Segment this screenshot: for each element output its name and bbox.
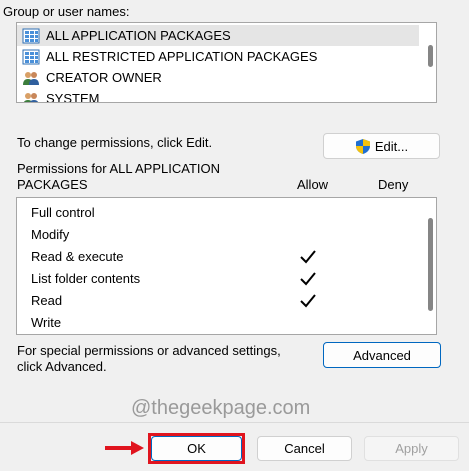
permission-row: List folder contents: [17, 268, 417, 290]
permissions-title-line1: Permissions for ALL APPLICATION: [17, 161, 221, 176]
ok-button-label: OK: [187, 441, 206, 456]
apply-button-label: Apply: [395, 441, 428, 456]
group-item-label: CREATOR OWNER: [46, 70, 162, 85]
permissions-title-line2: PACKAGES: [17, 177, 88, 192]
users-icon: [22, 91, 40, 102]
permission-name: Modify: [31, 227, 70, 242]
package-group-icon: [22, 28, 40, 44]
permission-row: Read: [17, 290, 417, 312]
permission-name: List folder contents: [31, 271, 141, 286]
permission-name: Full control: [31, 205, 95, 220]
package-group-icon: [22, 49, 40, 65]
permission-row: Read & execute: [17, 246, 417, 268]
advanced-button-label: Advanced: [353, 347, 411, 363]
watermark: @thegeekpage.com: [131, 397, 311, 419]
group-names-label: Group or user names:: [3, 4, 130, 19]
allow-checkmark-icon: [299, 248, 317, 266]
apply-button[interactable]: Apply: [364, 436, 459, 461]
red-arrow-icon: [105, 440, 145, 459]
allow-checkmark-icon: [299, 292, 317, 310]
permissions-list-scrollbar[interactable]: [428, 218, 433, 311]
group-names-list[interactable]: ALL APPLICATION PACKAGES ALL RESTRICTED …: [16, 22, 437, 103]
group-item[interactable]: ALL RESTRICTED APPLICATION PACKAGES: [17, 46, 419, 67]
advanced-text-line1: For special permissions or advanced sett…: [17, 343, 281, 358]
ok-button[interactable]: OK: [151, 436, 242, 461]
advanced-text-line2: click Advanced.: [17, 359, 107, 374]
cancel-button-label: Cancel: [284, 441, 325, 456]
group-item[interactable]: ALL APPLICATION PACKAGES: [17, 25, 419, 46]
edit-button[interactable]: Edit...: [323, 133, 440, 159]
allow-checkmark-icon: [299, 270, 317, 288]
permission-row: Write: [17, 312, 417, 334]
permission-row: Modify: [17, 224, 417, 246]
permission-name: Read & execute: [31, 249, 124, 264]
advanced-button[interactable]: Advanced: [323, 342, 441, 368]
footer-divider: [0, 422, 469, 423]
change-permissions-text: To change permissions, click Edit.: [17, 135, 213, 150]
permission-name: Read: [31, 293, 63, 308]
group-item[interactable]: CREATOR OWNER: [17, 67, 419, 88]
permission-row: Full control: [17, 202, 417, 224]
cancel-button[interactable]: Cancel: [257, 436, 352, 461]
permission-name: Write: [31, 315, 62, 330]
users-icon: [22, 70, 40, 86]
shield-icon: [355, 138, 371, 155]
group-item-label: ALL RESTRICTED APPLICATION PACKAGES: [46, 49, 318, 64]
permissions-list[interactable]: Full control Modify Read & execute List …: [16, 197, 437, 335]
group-item[interactable]: SYSTEM: [17, 88, 419, 103]
group-item-label: SYSTEM: [46, 91, 100, 103]
edit-button-label: Edit...: [374, 138, 409, 154]
group-list-scrollbar[interactable]: [428, 45, 433, 67]
deny-column-header: Deny: [378, 177, 409, 192]
group-item-label: ALL APPLICATION PACKAGES: [46, 28, 231, 43]
allow-column-header: Allow: [297, 177, 329, 192]
